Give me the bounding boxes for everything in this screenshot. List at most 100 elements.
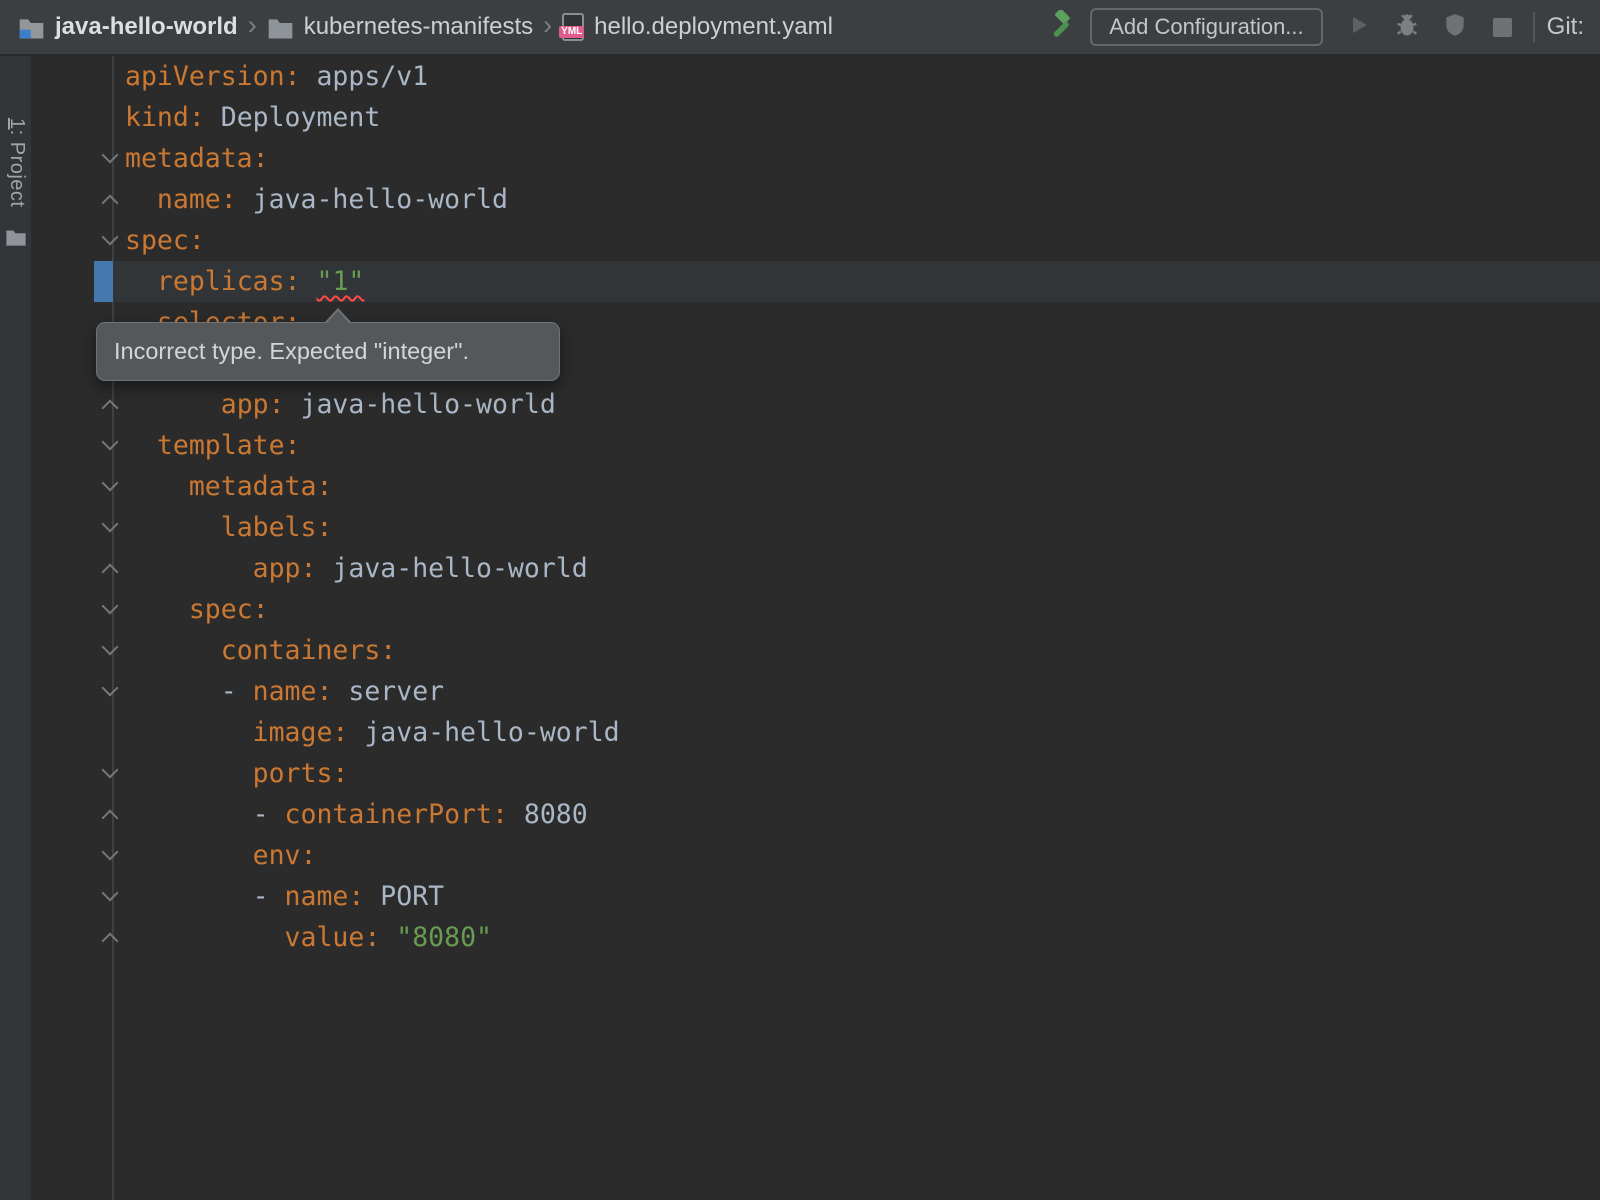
fold-down-icon[interactable] (102, 598, 119, 615)
code-token: app: (221, 389, 285, 420)
code-line[interactable]: apiVersion: apps/v1 (32, 56, 1600, 97)
chevron-right-icon: › (248, 10, 257, 41)
code-token: spec: (189, 594, 269, 625)
code-token (125, 717, 253, 748)
fold-down-icon[interactable] (102, 229, 119, 246)
breadcrumb-folder[interactable]: kubernetes-manifests (267, 13, 533, 41)
code-token: 8080 (508, 799, 588, 830)
fold-down-icon[interactable] (102, 680, 119, 697)
debug-button[interactable] (1383, 3, 1431, 51)
breadcrumb-label: hello.deployment.yaml (594, 13, 833, 41)
fold-down-icon[interactable] (102, 885, 119, 902)
build-button[interactable] (1036, 3, 1084, 51)
breadcrumb-label: kubernetes-manifests (304, 13, 533, 41)
code-line[interactable]: env: (32, 835, 1600, 876)
code-line[interactable]: ports: (32, 753, 1600, 794)
code-token: spec: (125, 225, 205, 256)
code-token: "8080" (396, 922, 492, 953)
code-text: template: (125, 425, 301, 466)
code-line[interactable]: kind: Deployment (32, 97, 1600, 138)
code-token: name: (253, 676, 333, 707)
fold-up-icon[interactable] (102, 810, 119, 827)
yaml-file-icon: YML (562, 13, 584, 41)
code-line[interactable]: metadata: (32, 138, 1600, 179)
code-token (125, 512, 221, 543)
code-text: image: java-hello-world (125, 712, 620, 753)
navigation-bar: java-hello-world › kubernetes-manifests … (0, 0, 1600, 56)
code-token (380, 922, 396, 953)
fold-down-icon[interactable] (102, 475, 119, 492)
code-text: metadata: (125, 466, 332, 507)
code-line[interactable]: app: java-hello-world (32, 384, 1600, 425)
code-line[interactable]: name: java-hello-world (32, 179, 1600, 220)
breadcrumb-project[interactable]: java-hello-world (18, 13, 238, 41)
code-token (125, 553, 253, 584)
code-line[interactable]: value: "8080" (32, 917, 1600, 958)
code-line[interactable]: image: java-hello-world (32, 712, 1600, 753)
code-line[interactable]: labels: (32, 507, 1600, 548)
fold-down-icon[interactable] (102, 434, 119, 451)
code-token: java-hello-world (316, 553, 587, 584)
code-lines: apiVersion: apps/v1kind: Deployment metad… (32, 56, 1600, 958)
error-tooltip-text: Incorrect type. Expected "integer". (114, 338, 469, 365)
breadcrumb-label: java-hello-world (55, 13, 238, 41)
code-token: app: (253, 553, 317, 584)
project-icon (18, 14, 45, 41)
add-configuration-button[interactable]: Add Configuration... (1090, 8, 1322, 46)
code-token: image: (253, 717, 349, 748)
stop-icon (1493, 18, 1512, 37)
stop-button[interactable] (1479, 3, 1527, 51)
code-text: apiVersion: apps/v1 (125, 56, 428, 97)
fold-up-icon[interactable] (102, 400, 119, 417)
fold-down-icon[interactable] (102, 516, 119, 533)
code-token: - (125, 881, 285, 912)
run-button[interactable] (1335, 3, 1383, 51)
fold-up-icon[interactable] (102, 933, 119, 950)
code-token (125, 594, 189, 625)
code-line[interactable]: - containerPort: 8080 (32, 794, 1600, 835)
git-widget[interactable]: Git: (1547, 13, 1592, 41)
folder-icon (267, 14, 294, 41)
code-line[interactable]: replicas: "1" (32, 261, 1600, 302)
code-token: metadata: (189, 471, 333, 502)
coverage-button[interactable] (1431, 3, 1479, 51)
code-token: metadata: (125, 143, 269, 174)
tooltip-arrow-icon (324, 308, 352, 323)
code-token (125, 922, 285, 953)
code-token: ports: (253, 758, 349, 789)
fold-up-icon[interactable] (102, 564, 119, 581)
code-token: value: (285, 922, 381, 953)
code-token: java-hello-world (237, 184, 508, 215)
code-text: name: java-hello-world (125, 179, 508, 220)
fold-down-icon[interactable] (102, 639, 119, 656)
fold-down-icon[interactable] (102, 762, 119, 779)
code-token: java-hello-world (285, 389, 556, 420)
code-line[interactable]: - name: server (32, 671, 1600, 712)
code-token: env: (253, 840, 317, 871)
code-token (125, 184, 157, 215)
hammer-icon (1045, 10, 1075, 45)
code-line[interactable]: metadata: (32, 466, 1600, 507)
code-line[interactable]: spec: (32, 220, 1600, 261)
fold-down-icon[interactable] (102, 147, 119, 164)
code-text: - name: PORT (125, 876, 444, 917)
code-line[interactable]: template: (32, 425, 1600, 466)
code-line[interactable]: app: java-hello-world (32, 548, 1600, 589)
fold-up-icon[interactable] (102, 195, 119, 212)
code-token (125, 389, 221, 420)
code-line[interactable]: containers: (32, 630, 1600, 671)
code-text: kind: Deployment (125, 97, 380, 138)
code-text: spec: (125, 220, 205, 261)
code-line[interactable]: - name: PORT (32, 876, 1600, 917)
breadcrumb-file[interactable]: YML hello.deployment.yaml (562, 13, 833, 41)
code-token (125, 840, 253, 871)
fold-down-icon[interactable] (102, 844, 119, 861)
code-token (125, 635, 221, 666)
code-line[interactable]: spec: (32, 589, 1600, 630)
code-token (125, 758, 253, 789)
error-tooltip: Incorrect type. Expected "integer". (96, 322, 560, 381)
code-text: env: (125, 835, 316, 876)
bug-icon (1393, 11, 1421, 44)
editor[interactable]: apiVersion: apps/v1kind: Deployment metad… (32, 56, 1600, 1200)
error-token: "1" (316, 266, 364, 297)
